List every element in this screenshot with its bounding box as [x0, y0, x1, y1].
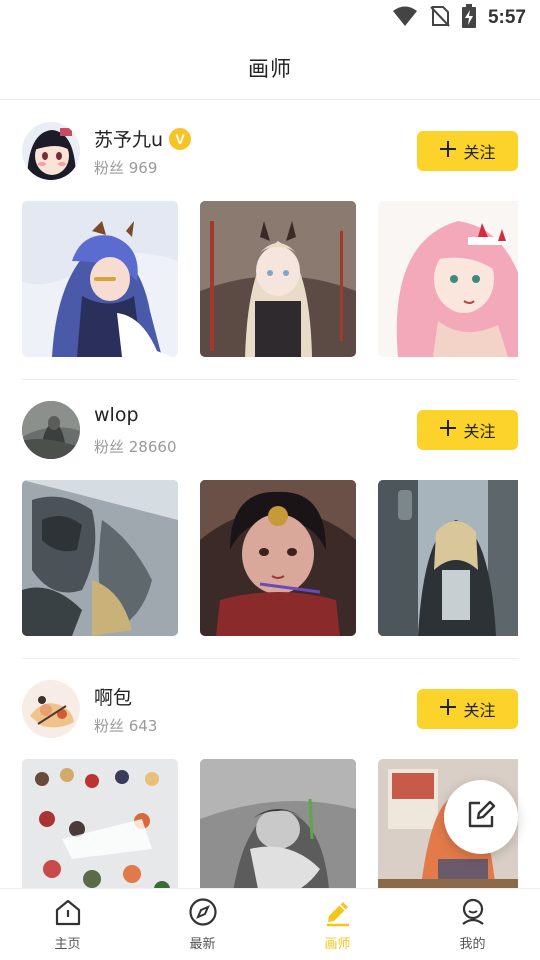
artwork-thumbnail[interactable]	[200, 201, 356, 357]
artwork-thumbnail[interactable]	[200, 759, 356, 888]
compass-icon	[188, 897, 218, 931]
follow-label: 关注	[463, 701, 496, 720]
title-bar: 画师	[0, 36, 540, 100]
avatar[interactable]	[22, 680, 80, 738]
user-icon	[458, 897, 488, 931]
edit-icon	[466, 800, 496, 834]
artist-card: 啊包 粉丝 643 关注	[0, 659, 540, 888]
status-bar: 5:57	[0, 0, 540, 36]
artist-name-row: 苏予九u V	[94, 125, 192, 152]
artwork-thumbnail[interactable]	[378, 480, 518, 636]
pen-icon	[323, 897, 353, 931]
fan-count: 粉丝 28660	[94, 438, 177, 456]
plus-icon	[439, 138, 457, 162]
battery-charging-icon	[461, 4, 476, 32]
wifi-icon	[392, 5, 418, 31]
artist-header[interactable]: 苏予九u V 粉丝 969 关注	[22, 101, 518, 201]
fan-count: 粉丝 969	[94, 159, 158, 177]
artist-name: 啊包	[94, 687, 133, 709]
follow-label: 关注	[463, 143, 496, 162]
follow-label: 关注	[463, 422, 496, 441]
artist-header[interactable]: wlop 粉丝 28660 关注	[22, 380, 518, 480]
tab-label: 最新	[189, 937, 216, 952]
tab-home[interactable]: 主页	[0, 889, 135, 960]
artwork-gallery[interactable]	[22, 201, 518, 358]
home-icon	[53, 897, 83, 931]
plus-icon	[439, 417, 457, 441]
tab-latest[interactable]: 最新	[135, 889, 270, 960]
artist-card: wlop 粉丝 28660 关注	[0, 380, 540, 659]
no-sim-icon	[430, 5, 450, 31]
fan-count: 粉丝 643	[94, 717, 158, 735]
follow-button[interactable]: 关注	[417, 410, 518, 450]
artist-list[interactable]: 苏予九u V 粉丝 969 关注 wlop 粉丝 28660 关注 啊包 粉丝 …	[0, 101, 540, 888]
artist-name: 苏予九u	[94, 129, 164, 151]
artwork-gallery[interactable]	[22, 480, 518, 637]
tab-mine[interactable]: 我的	[405, 889, 540, 960]
avatar[interactable]	[22, 122, 80, 180]
verified-icon: V	[169, 127, 192, 150]
artist-name: wlop	[94, 404, 139, 426]
tab-label: 画师	[324, 937, 351, 952]
compose-button[interactable]	[444, 780, 518, 854]
artist-name-row: 啊包	[94, 683, 132, 710]
avatar[interactable]	[22, 401, 80, 459]
follow-button[interactable]: 关注	[417, 689, 518, 729]
artist-name-row: wlop	[94, 404, 139, 426]
artwork-thumbnail[interactable]	[22, 759, 178, 888]
bottom-tab-bar: 主页 最新 画师 我的	[0, 888, 540, 960]
artist-header[interactable]: 啊包 粉丝 643 关注	[22, 659, 518, 759]
artwork-thumbnail[interactable]	[200, 480, 356, 636]
tab-label: 主页	[54, 937, 81, 952]
follow-button[interactable]: 关注	[417, 131, 518, 171]
plus-icon	[439, 696, 457, 720]
page-title: 画师	[248, 56, 292, 81]
tab-label: 我的	[459, 937, 486, 952]
tab-artists[interactable]: 画师	[270, 889, 405, 960]
status-time: 5:57	[487, 7, 526, 28]
artist-card: 苏予九u V 粉丝 969 关注	[0, 101, 540, 380]
artwork-thumbnail[interactable]	[378, 201, 518, 357]
artwork-thumbnail[interactable]	[22, 201, 178, 357]
artwork-thumbnail[interactable]	[22, 480, 178, 636]
